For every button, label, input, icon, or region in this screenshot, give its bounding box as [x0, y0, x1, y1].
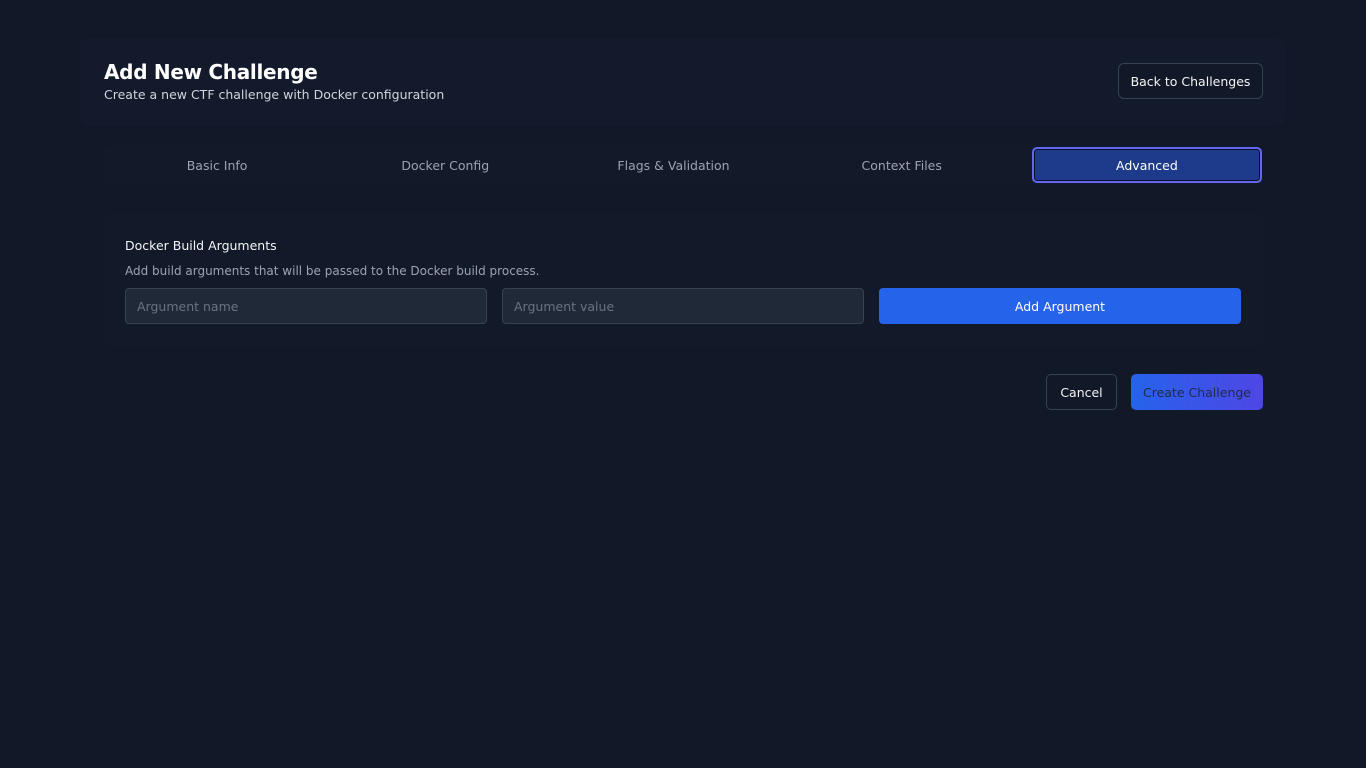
- tab-bar: Basic Info Docker Config Flags & Validat…: [103, 146, 1263, 184]
- argument-name-input[interactable]: [125, 288, 487, 324]
- argument-value-input[interactable]: [502, 288, 864, 324]
- page-header: Add New Challenge Create a new CTF chall…: [80, 38, 1285, 126]
- tab-context-files[interactable]: Context Files: [789, 147, 1015, 183]
- tab-advanced[interactable]: Advanced: [1031, 147, 1263, 183]
- page-title: Add New Challenge: [104, 60, 318, 84]
- tab-basic-info[interactable]: Basic Info: [104, 147, 330, 183]
- build-arguments-section: Docker Build Arguments Add build argumen…: [103, 212, 1263, 348]
- cancel-button[interactable]: Cancel: [1046, 374, 1117, 410]
- add-argument-button[interactable]: Add Argument: [879, 288, 1241, 324]
- page-subtitle: Create a new CTF challenge with Docker c…: [104, 87, 445, 102]
- tab-flags-validation[interactable]: Flags & Validation: [560, 147, 786, 183]
- create-challenge-button[interactable]: Create Challenge: [1131, 374, 1263, 410]
- section-title: Docker Build Arguments: [125, 238, 277, 253]
- section-description: Add build arguments that will be passed …: [125, 264, 540, 278]
- tab-docker-config[interactable]: Docker Config: [332, 147, 558, 183]
- back-to-challenges-button[interactable]: Back to Challenges: [1118, 63, 1263, 99]
